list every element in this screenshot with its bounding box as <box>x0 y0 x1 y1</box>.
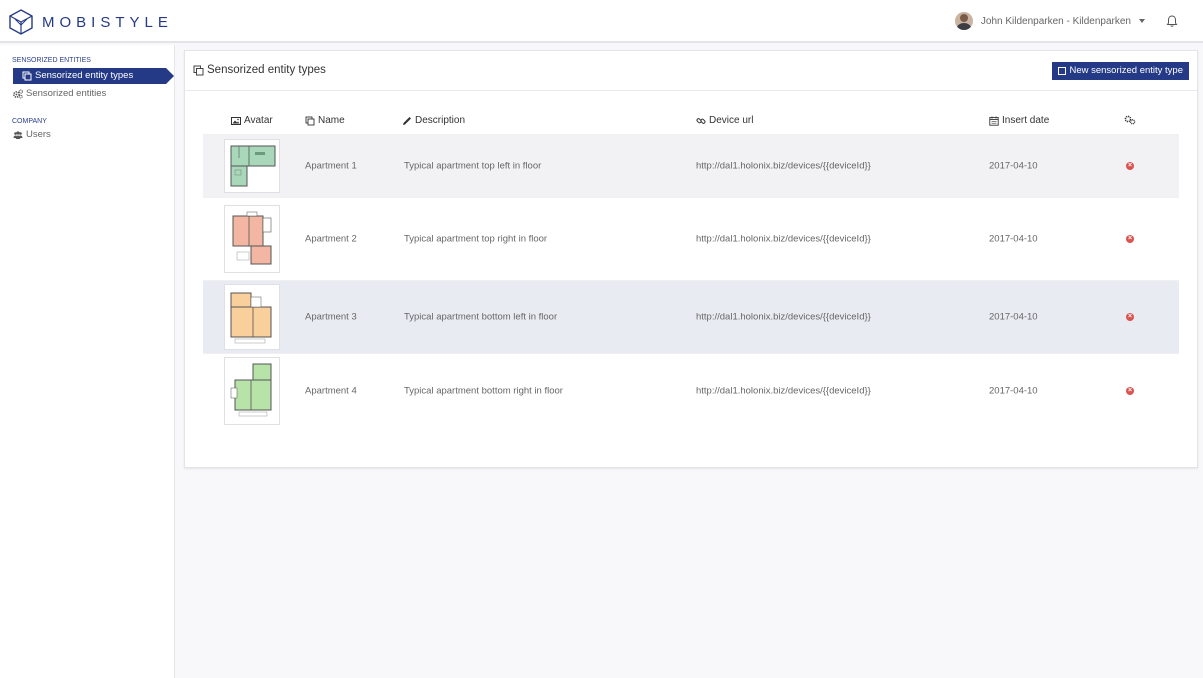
sidebar-item-label: Sensorized entity types <box>35 70 134 81</box>
delete-icon[interactable]: × <box>1126 162 1134 170</box>
entity-type-insert-date: 2017-04-10 <box>989 160 1038 172</box>
column-label: Name <box>318 115 345 126</box>
brand-name: MOBISTYLE <box>42 13 173 31</box>
column-header-device-url[interactable]: Device url <box>696 115 753 126</box>
floor-plan-thumbnail <box>224 205 280 273</box>
users-icon <box>13 131 23 139</box>
table-header: Avatar Name Description Device url Inser… <box>203 110 1179 134</box>
entity-type-name: Apartment 3 <box>305 311 357 323</box>
floor-plan-image <box>232 211 272 265</box>
entity-type-device-url: http://dal1.holonix.biz/devices/{{device… <box>696 160 871 172</box>
panel-header: Sensorized entity types New sensorized e… <box>185 51 1197 91</box>
column-header-actions <box>1124 115 1139 125</box>
entity-type-name: Apartment 4 <box>305 385 357 397</box>
square-icon <box>1058 67 1067 75</box>
user-name[interactable]: John Kildenparken - Kildenparken <box>981 16 1131 27</box>
sidebar-item-users[interactable]: Users <box>0 127 174 143</box>
entity-types-table: Avatar Name Description Device url Inser… <box>203 110 1179 428</box>
entity-type-name: Apartment 1 <box>305 160 357 172</box>
copy-icon <box>193 65 204 75</box>
logo-icon <box>9 9 33 35</box>
calendar-icon <box>989 116 999 126</box>
page-title: Sensorized entity types <box>193 64 326 76</box>
image-icon <box>231 116 241 125</box>
table-row[interactable]: Apartment 3 Typical apartment bottom lef… <box>203 280 1179 353</box>
entity-type-insert-date: 2017-04-10 <box>989 385 1038 397</box>
floor-plan-image <box>230 145 276 187</box>
copy-icon <box>305 116 315 125</box>
floor-plan-thumbnail <box>224 284 280 350</box>
top-bar: MOBISTYLE John Kildenparken - Kildenpark… <box>0 0 1203 43</box>
column-header-description[interactable]: Description <box>402 115 465 126</box>
entity-type-description: Typical apartment top left in floor <box>404 160 542 172</box>
caret-down-icon[interactable] <box>1139 19 1145 23</box>
sidebar-item-sensorized-entity-types[interactable]: Sensorized entity types <box>13 68 174 84</box>
sidebar-section-title: SENSORIZED ENTITIES <box>12 57 91 64</box>
entity-type-insert-date: 2017-04-10 <box>989 311 1038 323</box>
floor-plan-thumbnail <box>224 139 280 193</box>
new-sensorized-entity-type-button[interactable]: New sensorized entity type <box>1052 62 1189 80</box>
user-menu[interactable]: John Kildenparken - Kildenparken <box>954 12 1179 30</box>
column-header-avatar[interactable]: Avatar <box>231 115 273 126</box>
entity-type-device-url: http://dal1.holonix.biz/devices/{{device… <box>696 233 871 245</box>
table-row[interactable]: Apartment 1 Typical apartment top left i… <box>203 134 1179 197</box>
pencil-icon <box>403 116 411 125</box>
table-row[interactable]: Apartment 2 Typical apartment top right … <box>203 197 1179 280</box>
sidebar-item-label: Sensorized entities <box>26 88 107 99</box>
link-icon <box>696 117 706 124</box>
sidebar: SENSORIZED ENTITIES Sensorized entity ty… <box>0 45 175 678</box>
avatar[interactable] <box>954 12 973 30</box>
cogs-icon <box>13 89 23 99</box>
entity-type-insert-date: 2017-04-10 <box>989 233 1038 245</box>
entity-type-description: Typical apartment top right in floor <box>404 233 548 245</box>
column-label: Device url <box>709 115 754 126</box>
delete-icon[interactable]: × <box>1126 313 1134 321</box>
entity-type-description: Typical apartment bottom right in floor <box>404 385 563 397</box>
column-label: Insert date <box>1002 115 1050 126</box>
entity-type-description: Typical apartment bottom left in floor <box>404 311 558 323</box>
sidebar-item-sensorized-entities[interactable]: Sensorized entities <box>0 86 174 102</box>
sitemap-icon <box>1124 115 1136 125</box>
delete-icon[interactable]: × <box>1126 387 1134 395</box>
delete-icon[interactable]: × <box>1126 235 1134 243</box>
new-button-label: New sensorized entity type <box>1069 65 1183 76</box>
table-row[interactable]: Apartment 4 Typical apartment bottom rig… <box>203 353 1179 428</box>
floor-plan-image <box>230 292 272 344</box>
column-header-name[interactable]: Name <box>305 115 345 126</box>
bell-icon[interactable] <box>1165 14 1179 28</box>
entity-type-device-url: http://dal1.holonix.biz/devices/{{device… <box>696 311 871 323</box>
page-title-text: Sensorized entity types <box>207 64 326 76</box>
copy-icon <box>22 71 32 81</box>
entity-types-panel: Sensorized entity types New sensorized e… <box>184 50 1198 468</box>
floor-plan-thumbnail <box>224 357 280 425</box>
brand-logo[interactable]: MOBISTYLE <box>8 8 173 36</box>
column-header-insert-date[interactable]: Insert date <box>989 115 1049 126</box>
floor-plan-image <box>230 363 272 417</box>
sidebar-section-title: COMPANY <box>12 118 47 125</box>
column-label: Avatar <box>244 115 273 126</box>
column-label: Description <box>415 115 466 126</box>
entity-type-device-url: http://dal1.holonix.biz/devices/{{device… <box>696 385 871 397</box>
entity-type-name: Apartment 2 <box>305 233 357 245</box>
sidebar-item-label: Users <box>26 129 51 140</box>
